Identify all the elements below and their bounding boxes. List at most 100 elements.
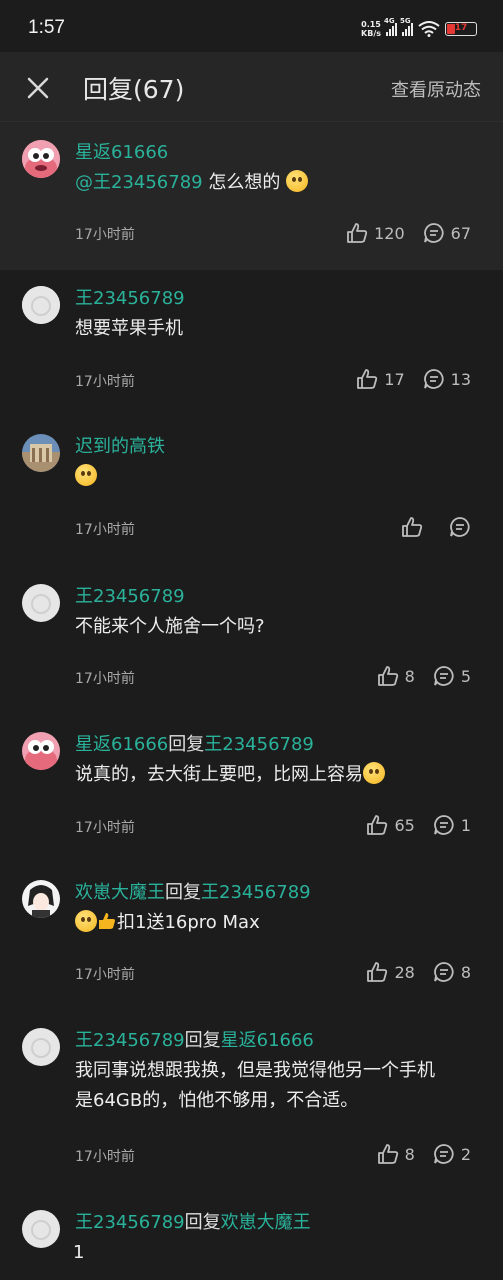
reply-text <box>75 462 483 492</box>
reply-actions: 8 5 <box>377 665 471 687</box>
reply-actions <box>401 516 471 538</box>
thumbs-up-emoji-icon <box>99 913 115 929</box>
mention-link[interactable]: @王23456789 <box>75 172 203 193</box>
comment-actions: 120 67 <box>346 222 471 244</box>
reply-to-user[interactable]: 王23456789 <box>204 734 314 755</box>
reply-actions: 17 13 <box>356 368 471 390</box>
page-title: 回复(67) <box>83 75 185 104</box>
reply-button[interactable]: 2 <box>433 1143 471 1165</box>
reply-text: 不能来个人施舍一个吗? <box>75 616 265 637</box>
reply-item: 王23456789 想要苹果手机 17小时前 17 13 <box>0 270 503 418</box>
comment-bubble-icon <box>433 666 454 686</box>
reply-user: 欢崽大魔王回复王23456789 <box>75 882 311 903</box>
avatar[interactable] <box>22 140 60 178</box>
reply-time: 17小时前 <box>75 820 135 836</box>
like-button[interactable]: 17 <box>356 368 405 390</box>
reply-user[interactable]: 迟到的高铁 <box>75 418 483 460</box>
laughing-emoji-icon <box>286 170 309 192</box>
like-button[interactable]: 65 <box>366 814 415 836</box>
thumbs-up-icon <box>347 223 368 243</box>
dizzy-emoji-icon <box>75 464 97 486</box>
comment-time: 17小时前 <box>75 227 135 243</box>
reply-button[interactable] <box>449 516 471 538</box>
comment-bubble-icon <box>433 1144 454 1164</box>
thumbs-up-icon <box>367 962 388 982</box>
reply-actions: 65 1 <box>366 814 471 836</box>
reply-user: 王23456789回复欢崽大魔王 <box>75 1212 311 1233</box>
reply-item: 王23456789 不能来个人施舍一个吗? 17小时前 8 5 <box>0 568 503 716</box>
comment-user[interactable]: 星返61666 <box>75 140 483 166</box>
reply-text: 说真的，去大街上要吧，比网上容易 <box>75 760 483 790</box>
close-icon[interactable] <box>24 74 52 102</box>
reply-user-name[interactable]: 欢崽大魔王 <box>75 882 165 903</box>
reply-user[interactable]: 王23456789 <box>75 568 483 610</box>
reply-text: 我同事说想跟我换，但是我觉得他另一个手机 是64GB的，怕他不够用，不合适。 <box>75 1060 435 1111</box>
reply-item: 王23456789回复欢崽大魔王 1 <box>0 1192 503 1280</box>
thumbs-up-icon <box>367 815 388 835</box>
comment-bubble-icon <box>450 517 470 537</box>
reply-time: 17小时前 <box>75 522 135 538</box>
wifi-icon <box>418 21 440 37</box>
reply-user-name[interactable]: 王23456789 <box>75 1030 185 1051</box>
reply-button[interactable]: 5 <box>433 665 471 687</box>
comment-bubble-icon <box>423 369 444 389</box>
comment-bubble-icon <box>423 223 444 243</box>
avatar[interactable] <box>22 584 60 622</box>
reply-time: 17小时前 <box>75 967 135 983</box>
thumbs-up-icon <box>357 369 378 389</box>
avatar[interactable] <box>22 286 60 324</box>
reply-text: 扣1送16pro Max <box>75 908 483 938</box>
thumbs-up-icon <box>377 1144 398 1164</box>
battery-icon: 17 <box>445 22 477 36</box>
avatar[interactable] <box>22 1028 60 1066</box>
reply-button[interactable]: 67 <box>423 222 471 244</box>
reply-button[interactable]: 13 <box>423 368 471 390</box>
avatar[interactable] <box>22 1210 60 1248</box>
reply-time: 17小时前 <box>75 374 135 390</box>
reply-user: 星返61666回复王23456789 <box>75 734 314 755</box>
status-time: 1:57 <box>28 17 65 38</box>
reply-actions: 8 2 <box>377 1143 471 1165</box>
like-button[interactable] <box>401 516 423 538</box>
status-icons: 0.15 KB/s 4G 5G 17 <box>361 17 477 38</box>
reply-item: 王23456789回复星返61666 我同事说想跟我换，但是我觉得他另一个手机 … <box>0 1012 503 1192</box>
reply-item: 星返61666回复王23456789 说真的，去大街上要吧，比网上容易 17小时… <box>0 716 503 864</box>
reply-text: 1 <box>73 1242 85 1263</box>
avatar[interactable] <box>22 732 60 770</box>
like-button[interactable]: 120 <box>346 222 405 244</box>
reply-button[interactable]: 8 <box>433 961 471 983</box>
reply-user-name[interactable]: 王23456789 <box>75 1212 185 1233</box>
comment-bubble-icon <box>433 962 454 982</box>
reply-time: 17小时前 <box>75 671 135 687</box>
reply-to-user[interactable]: 王23456789 <box>201 882 311 903</box>
main-comment: 星返61666 @王23456789 怎么想的 17小时前 120 67 <box>0 122 503 270</box>
star-eyes-emoji-icon <box>363 762 385 784</box>
reply-item: 欢崽大魔王回复王23456789 扣1送16pro Max 17小时前 28 8 <box>0 864 503 1012</box>
reply-user-name[interactable]: 星返61666 <box>75 734 168 755</box>
view-original-link[interactable]: 查看原动态 <box>391 76 481 102</box>
status-bar: 1:57 0.15 KB/s 4G 5G 17 <box>0 0 503 52</box>
avatar[interactable] <box>22 434 60 472</box>
reply-actions: 28 8 <box>366 961 471 983</box>
reply-user: 王23456789回复星返61666 <box>75 1030 314 1051</box>
reply-to-user[interactable]: 欢崽大魔王 <box>221 1212 311 1233</box>
reply-to-user[interactable]: 星返61666 <box>221 1030 314 1051</box>
comment-text: @王23456789 怎么想的 <box>75 168 483 198</box>
like-button[interactable]: 8 <box>377 1143 415 1165</box>
like-button[interactable]: 28 <box>366 961 415 983</box>
comment-bubble-icon <box>433 815 454 835</box>
reply-button[interactable]: 1 <box>433 814 471 836</box>
reply-item: 迟到的高铁 17小时前 <box>0 418 503 568</box>
reply-user[interactable]: 王23456789 <box>75 270 483 312</box>
signal-4g-icon: 4G <box>384 17 397 36</box>
net-speed: 0.15 KB/s <box>361 20 381 38</box>
like-button[interactable]: 8 <box>377 665 415 687</box>
signal-5g-icon: 5G <box>400 17 413 36</box>
reply-time: 17小时前 <box>75 1149 135 1165</box>
avatar[interactable] <box>22 880 60 918</box>
reply-text: 想要苹果手机 <box>75 318 183 339</box>
thumbs-up-icon <box>377 666 398 686</box>
top-bar: 回复(67) 查看原动态 <box>0 52 503 122</box>
thumbs-up-icon <box>402 517 423 537</box>
star-eyes-emoji-icon <box>75 910 97 932</box>
